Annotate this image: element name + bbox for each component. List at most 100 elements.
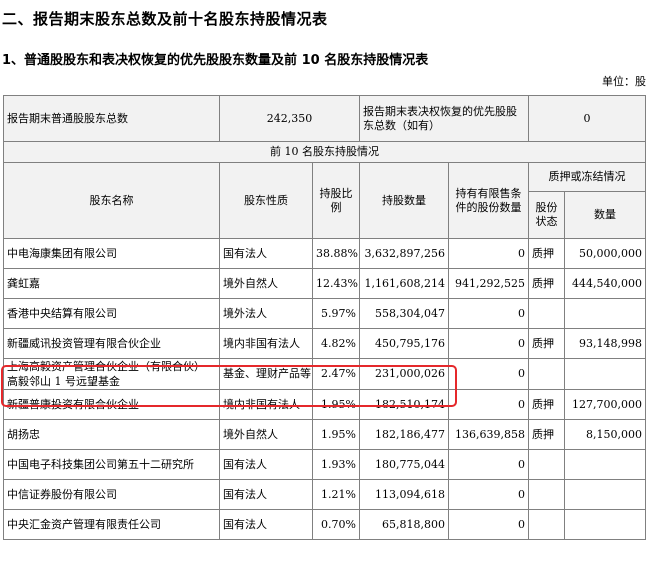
holder-qty: 1,161,608,214: [359, 268, 449, 299]
holder-name: 龚虹嘉: [3, 268, 220, 299]
holder-ratio: 1.93%: [312, 449, 360, 480]
holder-pledge-status: 质押: [528, 268, 565, 299]
holder-qty: 450,795,176: [359, 328, 449, 359]
summary-row: 报告期末普通股股东总数 242,350 报告期末表决权恢复的优先股股东总数（如有…: [3, 95, 646, 142]
holder-nature: 境外法人: [219, 298, 313, 329]
holder-nature: 境外自然人: [219, 419, 313, 450]
holder-nature: 国有法人: [219, 479, 313, 510]
holder-pledge-status: [528, 479, 565, 510]
holder-pledge-status: [528, 449, 565, 480]
table-title-row: 前 10 名股东持股情况: [3, 141, 646, 163]
col-header-nature: 股东性质: [219, 162, 313, 239]
holder-qty: 182,510,174: [359, 389, 449, 420]
unit-label: 单位：股: [602, 75, 646, 88]
holder-name: 新疆威讯投资管理有限合伙企业: [3, 328, 220, 359]
holder-ratio: 38.88%: [312, 238, 360, 269]
subsection-heading: 1、普通股股东和表决权恢复的优先股股东数量及前 10 名股东持股情况表: [2, 53, 429, 68]
holder-pledge-status: [528, 509, 565, 540]
holder-nature: 基金、理财产品等: [219, 358, 313, 390]
holder-ratio: 4.82%: [312, 328, 360, 359]
col-header-pledge-qty: 数量: [564, 191, 646, 239]
holder-qty: 231,000,026: [359, 358, 449, 390]
holder-ratio: 12.43%: [312, 268, 360, 299]
holder-name: 胡扬忠: [3, 419, 220, 450]
holder-pledged-qty: 50,000,000: [564, 238, 646, 269]
holder-restricted: 0: [448, 298, 529, 329]
holder-nature: 国有法人: [219, 509, 313, 540]
table-row: 龚虹嘉 境外自然人 12.43% 1,161,608,214 941,292,525 质押…: [3, 268, 646, 299]
holder-pledged-qty: 127,700,000: [564, 389, 646, 420]
holder-qty: 558,304,047: [359, 298, 449, 329]
table-row: 新疆普康投资有限合伙企业 境内非国有法人 1.95% 182,510,174 0 质押 12…: [3, 389, 646, 420]
holder-name: 新疆普康投资有限合伙企业: [3, 389, 220, 420]
holder-pledge-status: [528, 358, 565, 390]
table-row: 新疆威讯投资管理有限合伙企业 境内非国有法人 4.82% 450,795,176 0 质押…: [3, 328, 646, 359]
holder-pledged-qty: 444,540,000: [564, 268, 646, 299]
holder-ratio: 0.70%: [312, 509, 360, 540]
table-row: 中国电子科技集团公司第五十二研究所 国有法人 1.93% 180,775,044 0: [3, 449, 646, 480]
holder-ratio: 1.95%: [312, 419, 360, 450]
holder-restricted: 136,639,858: [448, 419, 529, 450]
holder-name: 中国电子科技集团公司第五十二研究所: [3, 449, 220, 480]
holder-ratio: 2.47%: [312, 358, 360, 390]
holder-pledged-qty: 93,148,998: [564, 328, 646, 359]
holder-nature: 境内非国有法人: [219, 389, 313, 420]
holder-name: 香港中央结算有限公司: [3, 298, 220, 329]
holder-ratio: 1.21%: [312, 479, 360, 510]
holder-restricted: 0: [448, 479, 529, 510]
holder-qty: 180,775,044: [359, 449, 449, 480]
table-row: 胡扬忠 境外自然人 1.95% 182,186,477 136,639,858 质押 8,1…: [3, 419, 646, 450]
holder-pledge-status: 质押: [528, 389, 565, 420]
holder-name: 上海高毅资产管理合伙企业（有限合伙）－高毅邻山 1 号远望基金: [3, 358, 220, 390]
holder-restricted: 0: [448, 509, 529, 540]
pref-holders-label: 报告期末表决权恢复的优先股股东总数（如有）: [359, 95, 529, 142]
holder-qty: 113,094,618: [359, 479, 449, 510]
holder-pledged-qty: [564, 509, 646, 540]
holder-restricted: 941,292,525: [448, 268, 529, 299]
common-holders-label: 报告期末普通股股东总数: [3, 95, 220, 142]
holder-name: 中电海康集团有限公司: [3, 238, 220, 269]
col-header-name: 股东名称: [3, 162, 220, 239]
holder-pledged-qty: [564, 449, 646, 480]
holder-restricted: 0: [448, 328, 529, 359]
section-heading: 二、报告期末股东总数及前十名股东持股情况表: [2, 10, 328, 28]
table-row: 香港中央结算有限公司 境外法人 5.97% 558,304,047 0: [3, 298, 646, 329]
col-header-qty: 持股数量: [359, 162, 449, 239]
col-header-ratio: 持股比例: [312, 162, 360, 239]
holder-pledge-status: [528, 298, 565, 329]
table-row: 中电海康集团有限公司 国有法人 38.88% 3,632,897,256 0 质押 50,0…: [3, 238, 646, 269]
holder-pledged-qty: [564, 298, 646, 329]
holder-restricted: 0: [448, 449, 529, 480]
holder-pledge-status: 质押: [528, 419, 565, 450]
holder-restricted: 0: [448, 358, 529, 390]
holder-qty: 3,632,897,256: [359, 238, 449, 269]
col-header-pledge-group: 质押或冻结情况: [528, 162, 646, 192]
holder-pledged-qty: [564, 479, 646, 510]
col-header-pledge-status: 股份状态: [528, 191, 565, 239]
pref-holders-value: 0: [528, 95, 646, 142]
holder-nature: 境内非国有法人: [219, 328, 313, 359]
holder-ratio: 5.97%: [312, 298, 360, 329]
common-holders-value: 242,350: [219, 95, 360, 142]
holder-ratio: 1.95%: [312, 389, 360, 420]
shareholder-table: 报告期末普通股股东总数 242,350 报告期末表决权恢复的优先股股东总数（如有…: [3, 95, 646, 540]
holder-nature: 国有法人: [219, 449, 313, 480]
holder-name: 中信证券股份有限公司: [3, 479, 220, 510]
holder-nature: 国有法人: [219, 238, 313, 269]
holder-pledged-qty: [564, 358, 646, 390]
holder-pledge-status: 质押: [528, 238, 565, 269]
col-header-restricted: 持有有限售条件的股份数量: [448, 162, 529, 239]
table-title: 前 10 名股东持股情况: [3, 141, 646, 163]
holder-name: 中央汇金资产管理有限责任公司: [3, 509, 220, 540]
holder-pledge-status: 质押: [528, 328, 565, 359]
holder-pledged-qty: 8,150,000: [564, 419, 646, 450]
holder-qty: 182,186,477: [359, 419, 449, 450]
holder-restricted: 0: [448, 389, 529, 420]
header-row-1: 股东名称 股东性质 持股比例 持股数量 持有有限售条件的股份数量 质押或冻结情况: [3, 162, 646, 239]
table-row: 上海高毅资产管理合伙企业（有限合伙）－高毅邻山 1 号远望基金 基金、理财产品等 2…: [3, 358, 646, 390]
holder-restricted: 0: [448, 238, 529, 269]
holder-qty: 65,818,800: [359, 509, 449, 540]
table-row: 中信证券股份有限公司 国有法人 1.21% 113,094,618 0: [3, 479, 646, 510]
table-body: 报告期末普通股股东总数 242,350 报告期末表决权恢复的优先股股东总数（如有…: [3, 95, 646, 540]
holder-nature: 境外自然人: [219, 268, 313, 299]
